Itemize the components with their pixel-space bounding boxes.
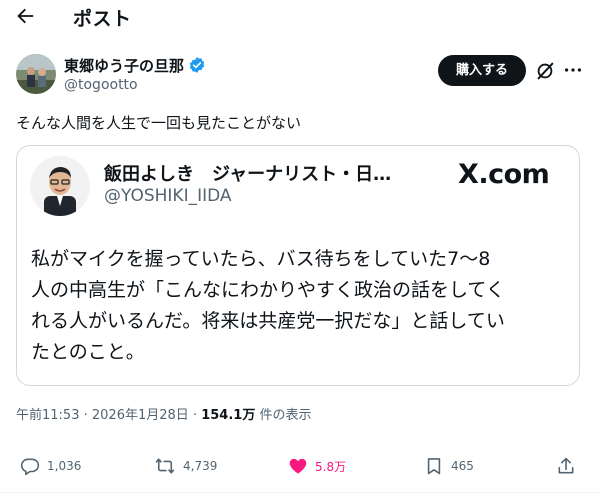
card-body-line: 人の中高生が「こんなにわかりやすく政治の話をしてく	[31, 279, 505, 301]
more-icon[interactable]	[562, 59, 584, 81]
verified-icon	[188, 56, 206, 78]
author-handle[interactable]: @togootto	[64, 77, 138, 93]
grok-icon[interactable]	[534, 60, 556, 82]
post-text: そんな人間を人生で一回も見たことがない	[16, 114, 302, 132]
reply-button[interactable]: 1,036	[20, 455, 81, 477]
card-author-name: 飯田よしき ジャーナリスト・日…	[104, 164, 392, 185]
card-body-line: 私がマイクを握っていたら、バス待ちをしていた7〜8	[31, 248, 491, 270]
like-button[interactable]: 5.8万	[288, 455, 346, 477]
share-icon	[558, 457, 574, 474]
avatar[interactable]	[16, 54, 56, 94]
card-body-line: れる人がいるんだ。将来は共産党一択だな」と話してい	[31, 310, 505, 332]
repost-button[interactable]: 4,739	[154, 455, 217, 477]
bookmark-button[interactable]: 465	[424, 455, 474, 477]
page-title: ポスト	[73, 8, 132, 30]
meta-separator: ·	[192, 408, 198, 423]
bookmark-count: 465	[451, 459, 474, 473]
purchase-button[interactable]: 購入する	[438, 55, 526, 86]
share-button[interactable]	[556, 455, 583, 477]
card-brand-logo: X.com	[458, 159, 550, 190]
repost-icon	[155, 458, 175, 474]
view-count: 154.1万	[201, 408, 256, 423]
reply-icon	[20, 458, 40, 476]
reply-count: 1,036	[47, 459, 82, 473]
author-name[interactable]: 東郷ゆう子の旦那	[64, 55, 206, 78]
post-meta: 午前11:53 · 2026年1月28日 · 154.1万 件の表示	[16, 404, 312, 423]
card-author-handle: @YOSHIKI_IIDA	[104, 186, 232, 206]
post-time[interactable]: 午前11:53	[16, 408, 79, 423]
top-header: ポスト	[0, 0, 600, 34]
meta-separator: ·	[83, 408, 88, 423]
post-date[interactable]: 2026年1月28日	[92, 408, 189, 423]
repost-count: 4,739	[183, 459, 218, 473]
bookmark-icon	[427, 458, 441, 475]
quoted-card[interactable]: 飯田よしき ジャーナリスト・日… @YOSHIKI_IIDA X.com 私がマ…	[16, 145, 580, 386]
card-body-line: たとのこと。	[31, 341, 145, 363]
card-body: 私がマイクを握っていたら、バス待ちをしていた7〜8 人の中高生が「こんなにわかり…	[31, 244, 571, 368]
heart-icon	[289, 458, 307, 474]
card-avatar	[30, 156, 90, 216]
view-label: 件の表示	[259, 408, 312, 423]
like-count: 5.8万	[315, 459, 347, 474]
back-arrow-icon[interactable]	[14, 5, 40, 27]
author-name-text[interactable]: 東郷ゆう子の旦那	[64, 57, 184, 75]
